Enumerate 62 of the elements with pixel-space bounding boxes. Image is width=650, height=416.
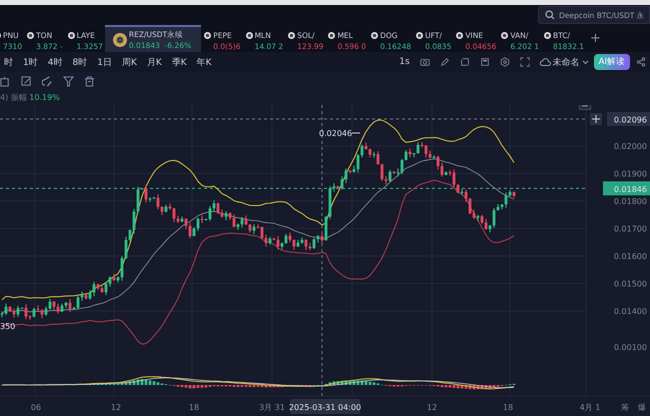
share-icon[interactable]	[636, 57, 646, 67]
time-axis-label: 4月 1	[580, 403, 600, 412]
coin-icon	[328, 32, 336, 39]
current-price-tag: 0.01846	[603, 181, 650, 196]
time-axis-label: 12	[426, 403, 438, 412]
price-axis-label: 0.01800	[614, 197, 647, 206]
coin-icon	[416, 32, 424, 39]
ruler-icon[interactable]	[0, 76, 11, 86]
interval-button[interactable]: 1s	[395, 57, 414, 67]
timeframe-button[interactable]: 周K	[118, 56, 141, 68]
edit-icon[interactable]	[21, 76, 32, 86]
coin-icon	[204, 32, 212, 39]
time-axis-label: 3月 31	[259, 403, 285, 412]
time-axis-label: 18	[502, 403, 514, 412]
low-price-marker: 350	[0, 322, 16, 331]
timeframe-button[interactable]: 1日	[93, 56, 116, 68]
fullscreen-icon[interactable]	[520, 57, 530, 67]
timeframe-button[interactable]: 时	[0, 56, 17, 68]
price-axis-label: 0.01500	[614, 280, 647, 288]
timeframe-button[interactable]: 4时	[44, 56, 66, 68]
timeframe-button[interactable]: 月K	[142, 56, 166, 68]
coin-icon	[501, 32, 508, 39]
price-axis-label: 0.01700	[614, 224, 647, 234]
coin-icon	[27, 32, 34, 39]
camera-icon[interactable]	[420, 57, 430, 67]
coin-icon	[68, 32, 75, 39]
side-tab[interactable]: 爆	[638, 403, 646, 412]
pencil-icon[interactable]	[440, 57, 450, 67]
timeframe-button[interactable]: 季K	[168, 56, 191, 68]
price-axis-label: 0.01900	[614, 170, 647, 178]
coin-icon	[456, 32, 464, 39]
add-tab-button[interactable]: +	[586, 25, 605, 52]
settings-icon[interactable]	[500, 57, 510, 67]
price-axis-label: 0.01600	[614, 252, 647, 261]
crosshair-price-tag: 0.02096	[607, 112, 650, 126]
timeframe-button[interactable]: 1时	[19, 56, 42, 68]
coin-icon	[288, 32, 296, 39]
timeframe-button[interactable]: 年K	[192, 56, 216, 68]
trash-icon[interactable]	[84, 76, 95, 86]
add-icon[interactable]	[590, 113, 602, 125]
time-axis-label: 12	[110, 403, 122, 412]
side-tab[interactable]: 筹	[621, 403, 629, 412]
search-icon	[545, 10, 555, 20]
magnet-icon[interactable]	[42, 76, 53, 86]
amplitude-legend: 4) 振幅 10.19%	[0, 92, 60, 103]
time-axis-label: 06	[30, 403, 42, 412]
price-axis-label: 0.00100	[614, 343, 647, 352]
crosshair-time-tag: 2025-03-31 04:00	[288, 399, 362, 414]
caret-icon	[582, 60, 589, 64]
panel-icon[interactable]	[480, 57, 490, 67]
layout-button[interactable]: 未命名	[536, 56, 592, 68]
coin-icon	[112, 32, 127, 46]
timeframe-button[interactable]: 8时	[68, 56, 92, 68]
price-axis-label: 0.01400	[614, 307, 647, 316]
coin-icon	[371, 32, 378, 39]
coin-icon	[544, 32, 552, 39]
time-axis-label: 18	[188, 403, 200, 412]
frame-icon[interactable]	[460, 57, 470, 67]
cloud-icon	[538, 58, 551, 66]
filter-icon[interactable]	[63, 76, 74, 86]
coin-icon	[246, 32, 253, 39]
price-axis-label: 0.02000	[614, 142, 647, 151]
